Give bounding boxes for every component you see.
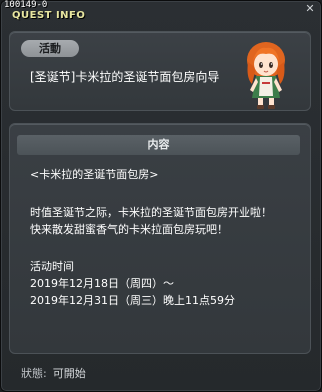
content-header: 内容 (17, 135, 300, 155)
status-label: 狀態: (21, 367, 47, 380)
content-line: 2019年12月18日（周四）～ (30, 277, 174, 290)
content-line: <卡米拉的圣诞节面包房> (30, 168, 159, 181)
content-panel (9, 123, 311, 354)
close-icon[interactable]: ✕ (305, 3, 315, 14)
quest-status: 狀態: 可開始 (21, 365, 86, 381)
content-line: 2019年12月31日（周三）晚上11点59分 (30, 294, 235, 307)
content-line: 时值圣诞节之际，卡米拉的圣诞节面包房开业啦！ (30, 206, 272, 219)
quest-name: [圣诞节]卡米拉的圣诞节面包房向导 (30, 70, 220, 84)
content-line: 快来散发甜蜜香气的卡米拉面包房玩吧！ (30, 223, 228, 236)
status-value: 可開始 (52, 367, 86, 380)
quest-id-label: 100149-0 (4, 0, 48, 10)
npc-portrait-icon (247, 42, 285, 109)
quest-category-badge: 活動 (21, 40, 79, 57)
content-line: 活动时间 (30, 260, 74, 273)
window-title: QUEST INFO (12, 10, 86, 21)
